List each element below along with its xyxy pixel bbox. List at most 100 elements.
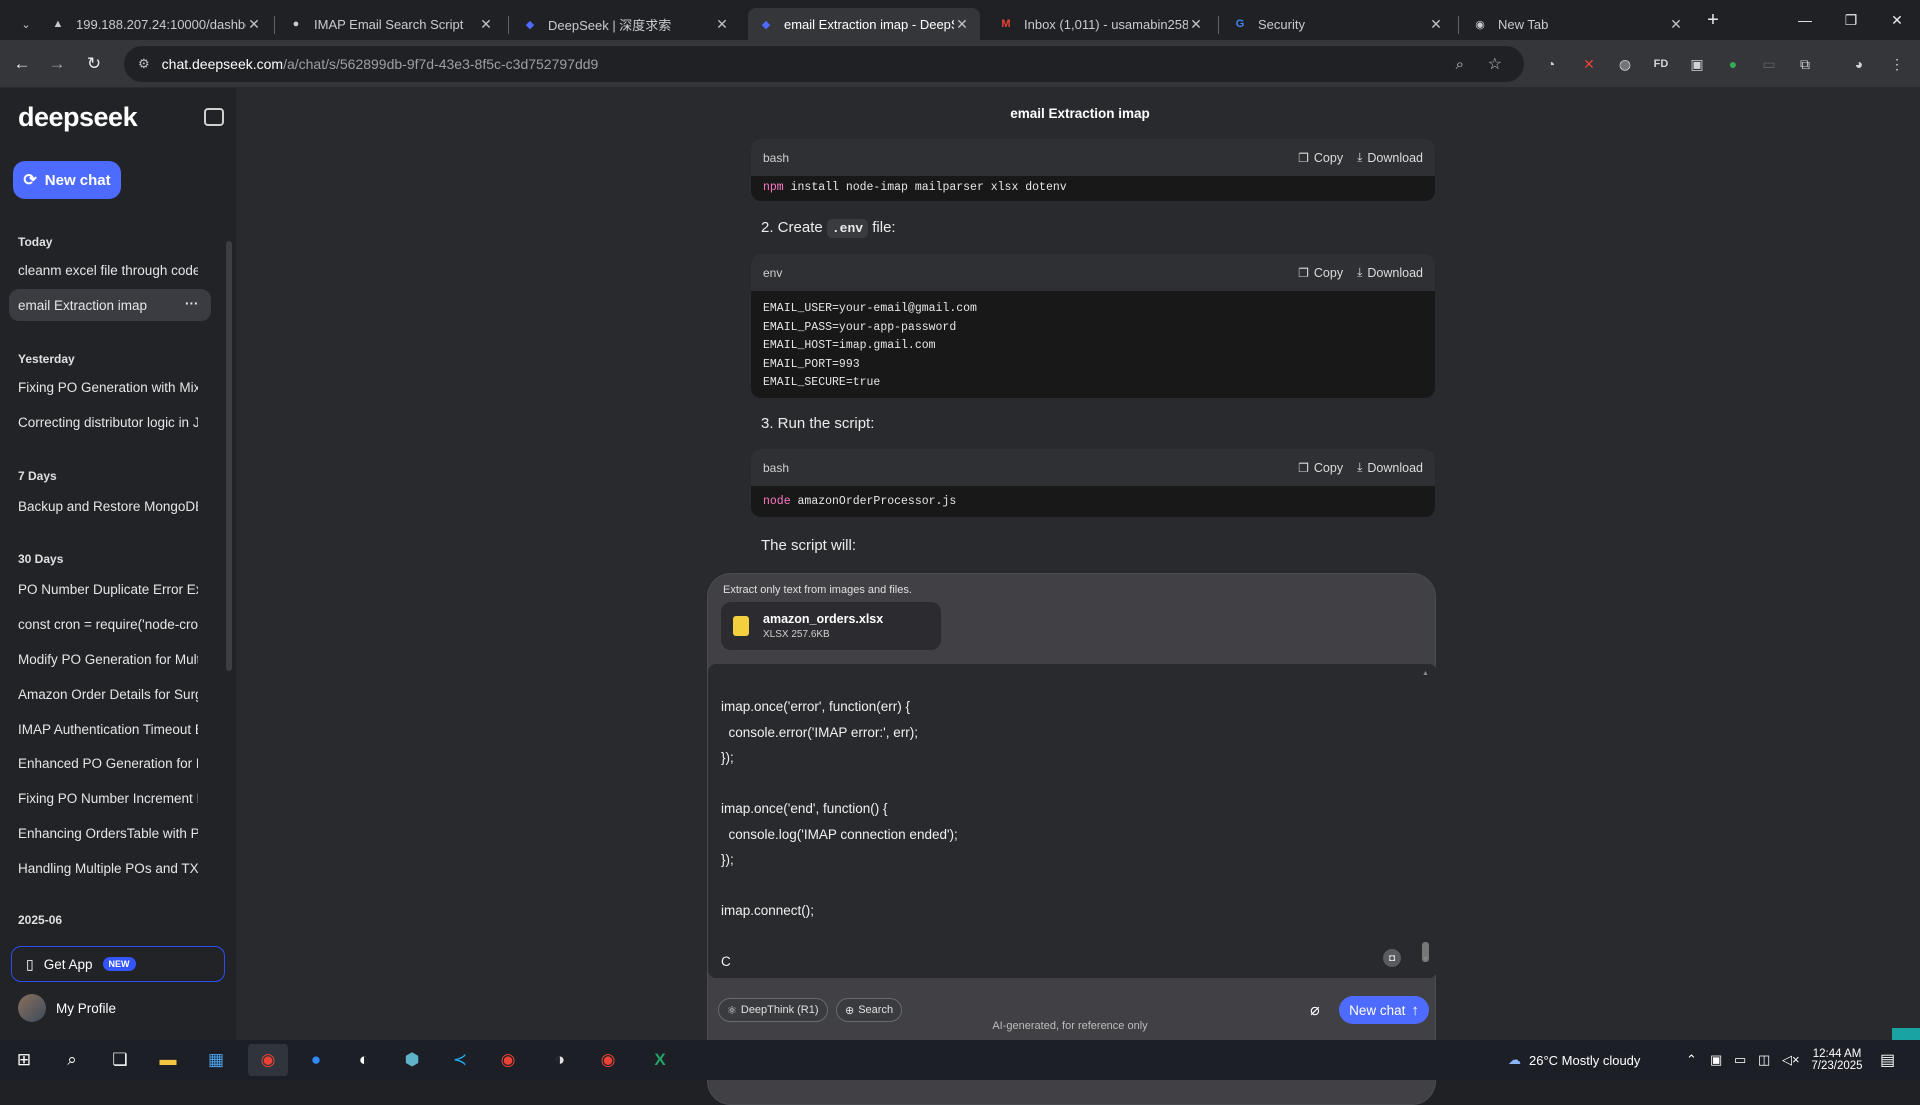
download-button[interactable]: ⤓ Download (1357, 150, 1423, 165)
extension-tab-icon[interactable]: ▭ (1758, 53, 1780, 75)
close-icon[interactable]: ✕ (1428, 16, 1444, 33)
task-view-icon[interactable]: ❏ (100, 1044, 140, 1076)
zoom-icon[interactable]: ⌕ (1456, 56, 1464, 73)
new-tab-button[interactable]: + (1690, 0, 1736, 40)
dev-tool-icon[interactable]: ⬢ (392, 1044, 432, 1076)
attach-icon[interactable]: ⌀ (1303, 998, 1327, 1022)
weather-widget[interactable]: ☁ 26°C Mostly cloudy (1508, 1040, 1640, 1080)
chrome-profile-icon[interactable]: ◉ (488, 1044, 528, 1076)
site-info-icon[interactable]: ⚙ (138, 56, 150, 72)
chrome-icon[interactable]: ◉ (248, 1044, 288, 1076)
history-item[interactable]: const cron = require('node-cron (18, 617, 198, 632)
section-today: Today (18, 235, 53, 249)
extensions-puzzle-icon[interactable]: ⧉ (1794, 53, 1816, 75)
copy-button[interactable]: ❐ Copy (1298, 151, 1343, 165)
history-item[interactable]: Fixing PO Generation with Mixed (18, 380, 198, 395)
sidebar-scrollbar[interactable] (226, 241, 232, 671)
tab-imap-script[interactable]: ● IMAP Email Search Script ✕ (278, 8, 504, 40)
zoom-app-icon[interactable]: ● (296, 1044, 336, 1076)
history-item[interactable]: Fixing PO Number Increment Iss (18, 791, 198, 806)
input-scrollbar[interactable]: ▲ ▼ (1419, 664, 1431, 968)
history-item[interactable]: Backup and Restore MongoDB L (18, 499, 198, 514)
close-icon[interactable]: ✕ (246, 16, 262, 33)
history-item[interactable]: IMAP Authentication Timeout Er (18, 722, 198, 737)
attached-file[interactable]: amazon_orders.xlsx XLSX 257.6KB (721, 602, 941, 650)
close-window-button[interactable]: ✕ (1874, 0, 1920, 40)
more-options-icon[interactable]: ··· (185, 296, 199, 311)
bookmark-star-icon[interactable]: ☆ (1488, 54, 1502, 74)
store-icon[interactable]: ▦ (196, 1044, 236, 1076)
volume-icon[interactable]: ◁× (1782, 1040, 1800, 1080)
copy-button[interactable]: ❐ Copy (1298, 461, 1343, 475)
assistant-bot-icon[interactable]: ◘ (1383, 949, 1401, 967)
clock[interactable]: 12:44 AM 7/23/2025 (1806, 1040, 1868, 1080)
profile-button[interactable]: My Profile (18, 994, 116, 1022)
close-icon[interactable]: ✕ (478, 16, 494, 33)
address-bar[interactable]: ⚙ chat.deepseek.com/a/chat/s/562899db-9f… (124, 46, 1524, 82)
tray-app-icon[interactable]: ▣ (1710, 1040, 1722, 1080)
history-item[interactable]: Modify PO Generation for Multip (18, 652, 198, 667)
download-button[interactable]: ⤓ Download (1357, 265, 1423, 280)
close-icon[interactable]: ✕ (714, 16, 730, 33)
deepthink-button[interactable]: ⚛ DeepThink (R1) (718, 998, 828, 1022)
history-item[interactable]: Enhanced PO Generation for Mu (18, 756, 198, 771)
extension-fd-icon[interactable]: FD (1650, 53, 1672, 75)
chevron-down-icon: ⌄ (21, 18, 31, 31)
code-language: bash (763, 460, 790, 475)
tray-chevron-icon[interactable]: ⌃ (1686, 1040, 1697, 1080)
forward-button[interactable]: → (43, 50, 71, 78)
new-chat-button[interactable]: ⟳ New chat (13, 161, 121, 199)
history-item[interactable]: Correcting distributor logic in Ja (18, 415, 198, 430)
extension-green-icon[interactable]: ● (1722, 53, 1744, 75)
message-input[interactable]: imap.once('error', function(err) { conso… (708, 664, 1437, 978)
search-button[interactable]: ⊕ Search (836, 998, 903, 1022)
tab-gmail-inbox[interactable]: M Inbox (1,011) - usamabin2580 ✕ (988, 8, 1214, 40)
section-2025-06: 2025-06 (18, 913, 63, 927)
menu-kebab-icon[interactable]: ⋮ (1886, 53, 1908, 75)
tab-new-tab[interactable]: ◉ New Tab ✕ (1462, 8, 1694, 40)
excel-icon[interactable]: X (640, 1044, 680, 1076)
extension-image-icon[interactable]: ▣ (1686, 53, 1708, 75)
search-icon[interactable]: ⌕ (52, 1044, 92, 1076)
minimize-button[interactable]: — (1782, 0, 1828, 40)
tab-deepseek[interactable]: ◆ DeepSeek | 深度求索 ✕ (512, 8, 740, 40)
file-explorer-icon[interactable]: ▬ (148, 1044, 188, 1076)
close-icon[interactable]: ✕ (954, 16, 970, 33)
network-icon[interactable]: ◫ (1758, 1040, 1770, 1080)
history-item[interactable]: Enhancing OrdersTable with Prof (18, 826, 198, 841)
chrome-profile-2-icon[interactable]: ◉ (588, 1044, 628, 1076)
history-item[interactable]: Handling Multiple POs and TXW (18, 861, 198, 876)
tab-security[interactable]: G Security ✕ (1222, 8, 1454, 40)
copy-button[interactable]: ❐ Copy (1298, 266, 1343, 280)
scroll-up-icon[interactable]: ▲ (1422, 670, 1429, 677)
history-item[interactable]: cleanm excel file through code u (18, 263, 198, 278)
notifications-icon[interactable]: ▤ (1880, 1040, 1895, 1080)
history-item[interactable]: PO Number Duplicate Error Expl (18, 582, 198, 597)
reload-button[interactable]: ↻ (80, 50, 108, 78)
postman-icon[interactable]: ◑ (540, 1044, 580, 1076)
extension-globe-icon[interactable]: ◍ (1614, 53, 1636, 75)
close-icon[interactable]: ✕ (1668, 16, 1684, 33)
tab-dashboard[interactable]: ▲ 199.188.207.24:10000/dashbo ✕ (40, 8, 272, 40)
close-icon[interactable]: ✕ (1188, 16, 1204, 33)
scroll-down-icon[interactable]: ▼ (1422, 956, 1429, 963)
restore-button[interactable]: ❐ (1828, 0, 1874, 40)
mongodb-compass-icon[interactable]: ◐ (344, 1044, 384, 1076)
battery-icon[interactable]: ▭ (1734, 1040, 1746, 1080)
extension-close-icon[interactable]: ✕ (1578, 53, 1600, 75)
collapse-sidebar-icon[interactable] (204, 108, 224, 126)
arrow-up-icon: ↑ (1411, 1001, 1419, 1019)
download-button[interactable]: ⤓ Download (1357, 460, 1423, 475)
vscode-icon[interactable]: ≺ (440, 1044, 480, 1076)
history-item-active[interactable]: email Extraction imap ··· (9, 289, 211, 321)
windows-start-icon[interactable]: ⊞ (4, 1044, 44, 1076)
tab-email-extraction[interactable]: ◆ email Extraction imap - DeepSe ✕ (748, 8, 980, 40)
back-button[interactable]: ← (8, 50, 36, 78)
get-app-button[interactable]: ▯ Get App NEW (11, 946, 225, 982)
profile-avatar-icon[interactable]: ◕ (1848, 53, 1870, 75)
history-item[interactable]: Amazon Order Details for Surge (18, 687, 198, 702)
send-button[interactable]: New chat ↑ (1339, 996, 1429, 1024)
extension-glasses-icon[interactable]: ◔ (1540, 53, 1562, 75)
tab-search-button[interactable]: ⌄ (8, 8, 38, 40)
extract-note: Extract only text from images and files. (723, 584, 912, 596)
